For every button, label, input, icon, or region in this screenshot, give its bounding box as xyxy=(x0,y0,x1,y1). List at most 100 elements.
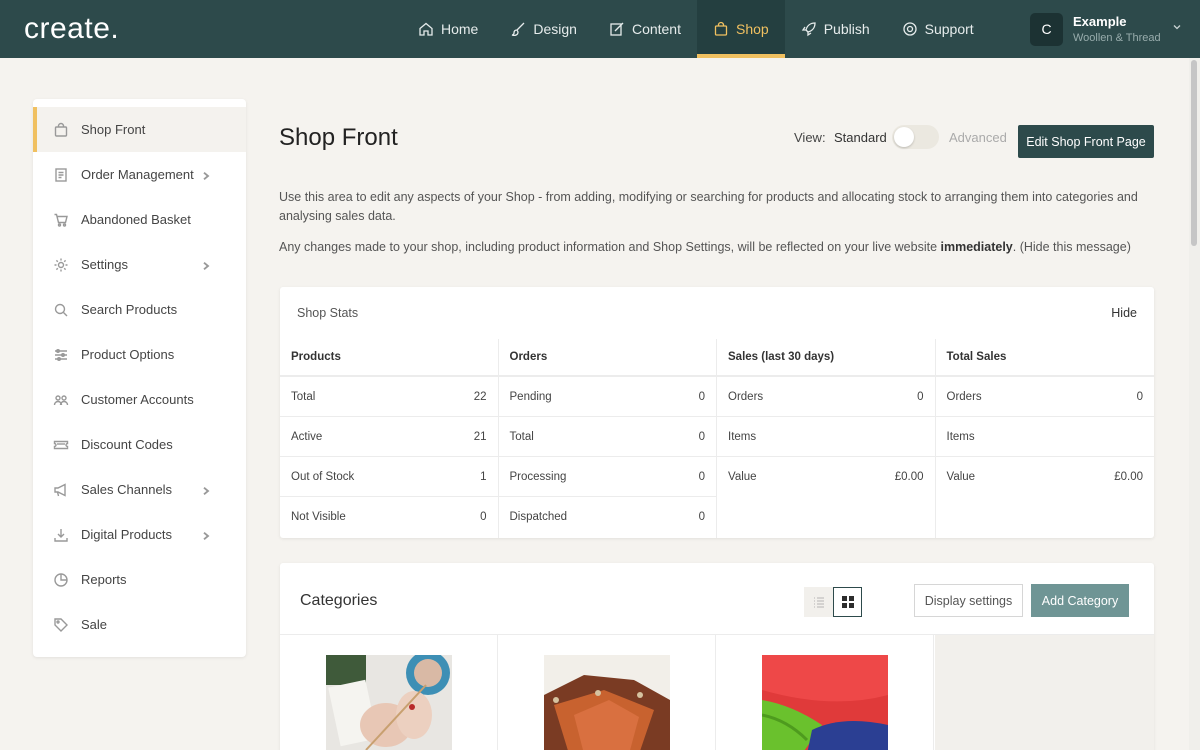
stat-value: 0 xyxy=(917,390,924,403)
category-image xyxy=(544,655,670,750)
search-icon xyxy=(54,303,68,316)
app-logo[interactable]: create. xyxy=(24,12,119,46)
nav-item-label: Shop xyxy=(736,21,769,37)
sidebar-item-discount-codes[interactable]: Discount Codes xyxy=(33,422,246,467)
toggle-knob xyxy=(894,127,914,147)
stat-row: Out of Stock 1 xyxy=(280,457,498,497)
display-settings-button[interactable]: Display settings xyxy=(914,584,1023,617)
nav-item-design[interactable]: Design xyxy=(494,0,593,58)
stat-row: Dispatched 0 xyxy=(499,497,717,537)
stat-row: Orders 0 xyxy=(717,377,935,417)
stat-label: Total xyxy=(509,430,534,443)
brush-icon xyxy=(512,22,525,37)
stat-row: Value £0.00 xyxy=(936,457,1155,497)
sidebar-item-customer-accounts[interactable]: Customer Accounts xyxy=(33,377,246,422)
grid-view-button[interactable] xyxy=(833,587,862,617)
stat-value: 0 xyxy=(1136,390,1143,403)
stat-label: Dispatched xyxy=(509,511,568,523)
sidebar-item-product-options[interactable]: Product Options xyxy=(33,332,246,377)
sidebar-item-abandoned-basket[interactable]: Abandoned Basket xyxy=(33,197,246,242)
stat-value: 0 xyxy=(698,430,705,443)
stat-label: Not Visible xyxy=(291,511,346,523)
shop-stats-card: Shop Stats Hide Products Total 22 Active 2… xyxy=(280,287,1154,538)
rocket-icon xyxy=(801,22,816,37)
account-name: Example xyxy=(1073,14,1127,29)
sidebar-item-label: Settings xyxy=(81,257,128,272)
sidebar-item-label: Product Options xyxy=(81,347,175,362)
sidebar-item-label: Discount Codes xyxy=(81,437,173,452)
avatar: C xyxy=(1030,12,1063,46)
stats-columns: Products Total 22 Active 21 Out of Stock 1 … xyxy=(280,339,1154,538)
scrollbar-thumb[interactable] xyxy=(1191,60,1197,246)
pie-chart-icon xyxy=(54,572,68,587)
chevron-right-icon xyxy=(203,261,210,271)
list-icon xyxy=(813,597,824,608)
category-grid xyxy=(280,634,1154,750)
sliders-icon xyxy=(55,348,67,361)
nav-item-home[interactable]: Home xyxy=(402,0,494,58)
categories-card: Categories Display settings Add Category xyxy=(280,563,1154,750)
knitting-photo xyxy=(326,655,452,750)
stat-label: Value xyxy=(946,471,976,483)
category-tile[interactable] xyxy=(716,635,934,750)
stat-label: Orders xyxy=(728,390,764,403)
list-view-button[interactable] xyxy=(804,587,833,617)
category-tile[interactable] xyxy=(280,635,498,750)
view-mode-toggle[interactable] xyxy=(892,125,939,149)
scrollbar[interactable] xyxy=(1189,58,1200,750)
stats-column-orders: Orders Pending 0 Total 0 Processing 0 Dispa… xyxy=(498,339,717,538)
stat-label: Processing xyxy=(509,470,567,483)
stat-row: Items xyxy=(935,417,1154,457)
hide-message-link[interactable]: . (Hide this message) xyxy=(1013,240,1131,254)
bag-icon xyxy=(54,122,68,137)
stat-label: Orders xyxy=(946,390,982,403)
sidebar-item-sales-channels[interactable]: Sales Channels xyxy=(33,467,246,512)
view-advanced-label: Advanced xyxy=(949,130,1007,145)
nav-item-publish[interactable]: Publish xyxy=(785,0,886,58)
sidebar-item-sale[interactable]: Sale xyxy=(33,602,246,647)
category-image xyxy=(326,655,452,750)
top-navigation-bar: create. Home Design Content Shop Publish… xyxy=(0,0,1200,58)
intro-text: Use this area to edit any aspects of you… xyxy=(279,190,1138,223)
sidebar-item-label: Sales Channels xyxy=(81,482,173,497)
notice-text: Any changes made to your shop, including… xyxy=(279,240,941,254)
sidebar-item-reports[interactable]: Reports xyxy=(33,557,246,602)
stat-label: Items xyxy=(946,430,975,443)
gear-icon xyxy=(54,258,68,271)
sidebar-item-search-products[interactable]: Search Products xyxy=(33,287,246,332)
nav-item-label: Home xyxy=(441,21,479,37)
sidebar-item-shop-front[interactable]: Shop Front xyxy=(33,107,246,152)
stats-column-total-sales: Total Sales Orders 0 Items Value £0.00 xyxy=(935,339,1155,538)
nav-item-content[interactable]: Content xyxy=(593,0,697,58)
edit-shop-front-button[interactable]: Edit Shop Front Page xyxy=(1018,125,1154,158)
stats-hide-button[interactable]: Hide xyxy=(1111,306,1137,320)
add-category-button[interactable]: Add Category xyxy=(1031,584,1129,617)
stat-value: 21 xyxy=(473,430,487,443)
sidebar-item-label: Abandoned Basket xyxy=(81,212,191,227)
sidebar-item-order-management[interactable]: Order Management xyxy=(33,152,246,197)
chevron-right-icon xyxy=(203,486,210,496)
stat-row: Items xyxy=(717,417,935,457)
nav-item-label: Publish xyxy=(823,21,870,37)
sidebar-item-settings[interactable]: Settings xyxy=(33,242,246,287)
category-tile[interactable] xyxy=(498,635,716,750)
nav-item-support[interactable]: Support xyxy=(886,0,990,58)
stat-label: Total xyxy=(291,390,316,403)
view-label: View: xyxy=(794,130,826,145)
home-icon xyxy=(419,22,433,36)
column-heading: Total Sales xyxy=(935,339,1154,377)
account-text: Example Woollen & Thread xyxy=(1073,14,1161,44)
tag-icon xyxy=(54,617,68,632)
shopping-bag-icon xyxy=(714,21,728,36)
column-heading: Sales (last 30 days) xyxy=(717,339,935,377)
notice-emphasis: immediately xyxy=(940,240,1013,254)
stats-column-products: Products Total 22 Active 21 Out of Stock 1 … xyxy=(280,339,499,538)
nav-item-shop[interactable]: Shop xyxy=(697,0,785,58)
sidebar-item-digital-products[interactable]: Digital Products xyxy=(33,512,246,557)
stat-label: Active xyxy=(291,430,323,443)
account-menu[interactable]: C Example Woollen & Thread xyxy=(1030,12,1190,46)
nav-item-label: Content xyxy=(631,21,681,37)
sidebar-item-label: Customer Accounts xyxy=(81,392,194,407)
stat-value: 0 xyxy=(698,390,705,403)
sidebar-item-label: Order Management xyxy=(81,167,194,182)
